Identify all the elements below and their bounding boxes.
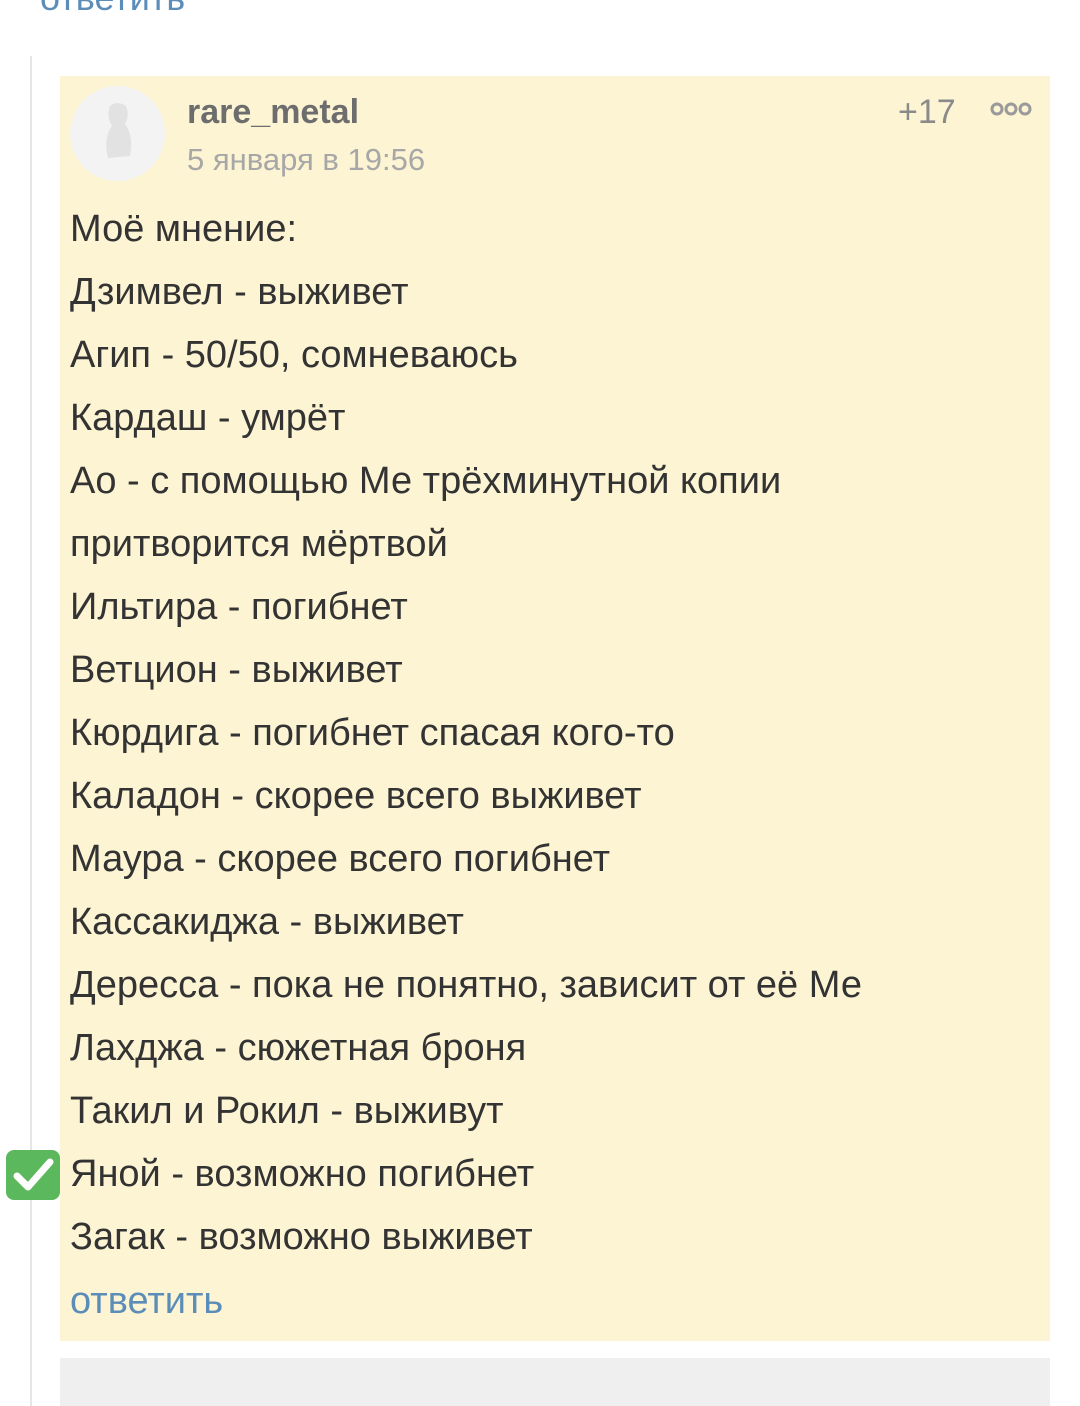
avatar[interactable] bbox=[70, 86, 165, 181]
comment-line: Такил и Рокил - выживут bbox=[70, 1090, 504, 1132]
comment-line: Каладон - скорее всего выживет bbox=[70, 775, 642, 817]
comment-line: Ильтира - погибнет bbox=[70, 586, 408, 628]
comment-author[interactable]: rare_metal bbox=[187, 92, 359, 132]
avatar-placeholder-icon bbox=[70, 86, 165, 181]
comment-timestamp[interactable]: 5 января в 19:56 bbox=[187, 140, 425, 180]
comment-line: Кассакиджа - выживет bbox=[70, 901, 464, 943]
comment: rare_metal 5 января в 19:56 +17 Моё мнен… bbox=[60, 76, 1050, 1341]
comment-rating: +17 bbox=[898, 93, 956, 131]
comment-line: Кардаш - умрёт bbox=[70, 397, 346, 439]
page: ответить rare_metal 5 января в 19:56 +17… bbox=[0, 0, 1080, 1406]
comment-line: Загак - возможно выживет bbox=[70, 1216, 533, 1258]
comment-line: Яной - возможно погибнет bbox=[70, 1153, 535, 1195]
comment-line: Ао - с помощью Ме трёхминутной копии bbox=[70, 460, 782, 502]
comment-line: Агип - 50/50, сомневаюсь bbox=[70, 334, 518, 376]
comment-line: Кюрдига - погибнет спасая кого-то bbox=[70, 712, 675, 754]
comment-line: Дересса - пока не понятно, зависит от её… bbox=[70, 964, 862, 1006]
comment-line: Дзимвел - выживет bbox=[70, 271, 409, 313]
comment-line: Моё мнение: bbox=[70, 208, 298, 250]
reply-link[interactable]: ответить bbox=[70, 1274, 223, 1328]
more-dots-icon[interactable] bbox=[990, 98, 1034, 120]
comment-line: Лахджа - сюжетная броня bbox=[70, 1027, 527, 1069]
previous-reply-link[interactable]: ответить bbox=[40, 0, 185, 18]
comment-line: Ветцион - выживет bbox=[70, 649, 403, 691]
check-mark-icon bbox=[5, 1150, 61, 1200]
comment-line: Маура - скорее всего погибнет bbox=[70, 838, 610, 880]
comment-body: Моё мнение: Дзимвел - выживет Агип - 50/… bbox=[70, 198, 1030, 1269]
thread-line bbox=[30, 56, 32, 1406]
next-comment-block bbox=[60, 1358, 1050, 1406]
comment-line: притворится мёртвой bbox=[70, 523, 448, 565]
